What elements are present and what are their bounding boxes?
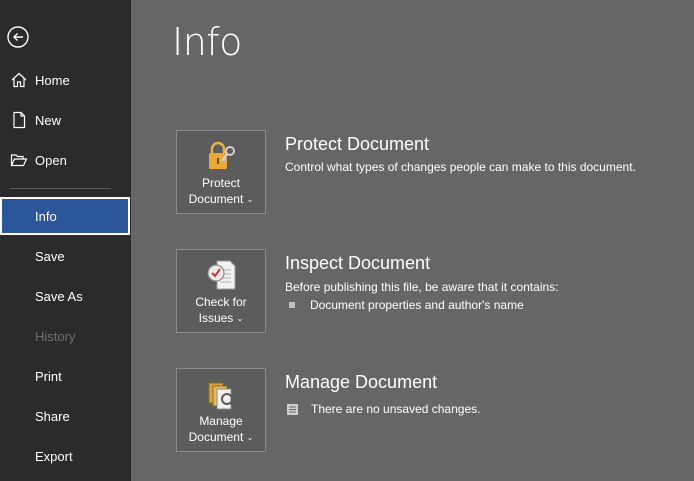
nav-open-label: Open: [35, 152, 67, 168]
open-folder-icon: [10, 151, 28, 169]
nav-print-label: Print: [35, 368, 62, 384]
manage-document-icon: [205, 377, 239, 411]
nav-history: History: [0, 317, 131, 355]
nav-share-label: Share: [35, 408, 70, 424]
manage-status-text: There are no unsaved changes.: [311, 402, 481, 416]
nav-divider: [10, 188, 111, 189]
manage-tile-line1: Manage: [199, 414, 243, 428]
nav-info-label: Info: [35, 208, 57, 224]
protect-tile-line2: Document: [188, 192, 244, 206]
chevron-down-icon: ⌄: [246, 194, 254, 204]
nav-save-as-label: Save As: [35, 288, 83, 304]
nav-open[interactable]: Open: [0, 141, 131, 179]
lock-icon: [205, 139, 239, 173]
nav-print[interactable]: Print: [0, 357, 131, 395]
nav-info[interactable]: Info: [0, 197, 130, 235]
manage-document-title: Manage Document: [285, 372, 438, 392]
protect-tile-line1: Protect: [201, 176, 240, 190]
new-document-icon: [10, 111, 28, 129]
nav-export[interactable]: Export: [0, 437, 131, 475]
home-icon: [10, 71, 28, 89]
nav-save-as[interactable]: Save As: [0, 277, 131, 315]
protect-document-description: Control what types of changes people can…: [285, 160, 636, 174]
manage-status-line: There are no unsaved changes.: [286, 402, 480, 416]
issues-tile-line1: Check for: [195, 295, 247, 309]
manage-document-tile-label: Manage Document ⌄: [177, 413, 265, 446]
protect-document-title: Protect Document: [285, 134, 430, 154]
manage-document-button[interactable]: Manage Document ⌄: [176, 368, 266, 452]
inspect-bullet-item: Document properties and author's name: [289, 298, 524, 312]
page-title: Info: [172, 20, 242, 64]
inspect-document-title: Inspect Document: [285, 253, 431, 273]
nav-home-label: Home: [35, 72, 70, 88]
backstage-sidebar: Home New Open Info Save Save As History …: [0, 0, 131, 481]
protect-document-tile-label: Protect Document ⌄: [177, 175, 265, 208]
nav-export-label: Export: [35, 448, 73, 464]
manage-tile-line2: Document: [188, 430, 244, 444]
nav-new-label: New: [35, 112, 62, 128]
chevron-down-icon: ⌄: [236, 313, 244, 323]
inspect-document-description: Before publishing this file, be aware th…: [285, 280, 559, 294]
chevron-down-icon: ⌄: [246, 432, 254, 442]
check-for-issues-button[interactable]: Check for Issues ⌄: [176, 249, 266, 333]
protect-document-button[interactable]: Protect Document ⌄: [176, 130, 266, 214]
nav-home[interactable]: Home: [0, 61, 131, 99]
inspect-document-icon: [205, 258, 239, 292]
bullet-square-icon: [289, 302, 295, 308]
nav-history-label: History: [35, 328, 76, 344]
nav-share[interactable]: Share: [0, 397, 131, 435]
nav-save-label: Save: [35, 248, 65, 264]
inspect-bullet-text: Document properties and author's name: [310, 298, 524, 312]
check-for-issues-tile-label: Check for Issues ⌄: [177, 294, 265, 327]
document-status-icon: [286, 403, 299, 416]
nav-new[interactable]: New: [0, 101, 131, 139]
issues-tile-line2: Issues: [198, 311, 234, 325]
back-arrow-icon[interactable]: [6, 25, 30, 49]
nav-save[interactable]: Save: [0, 237, 131, 275]
